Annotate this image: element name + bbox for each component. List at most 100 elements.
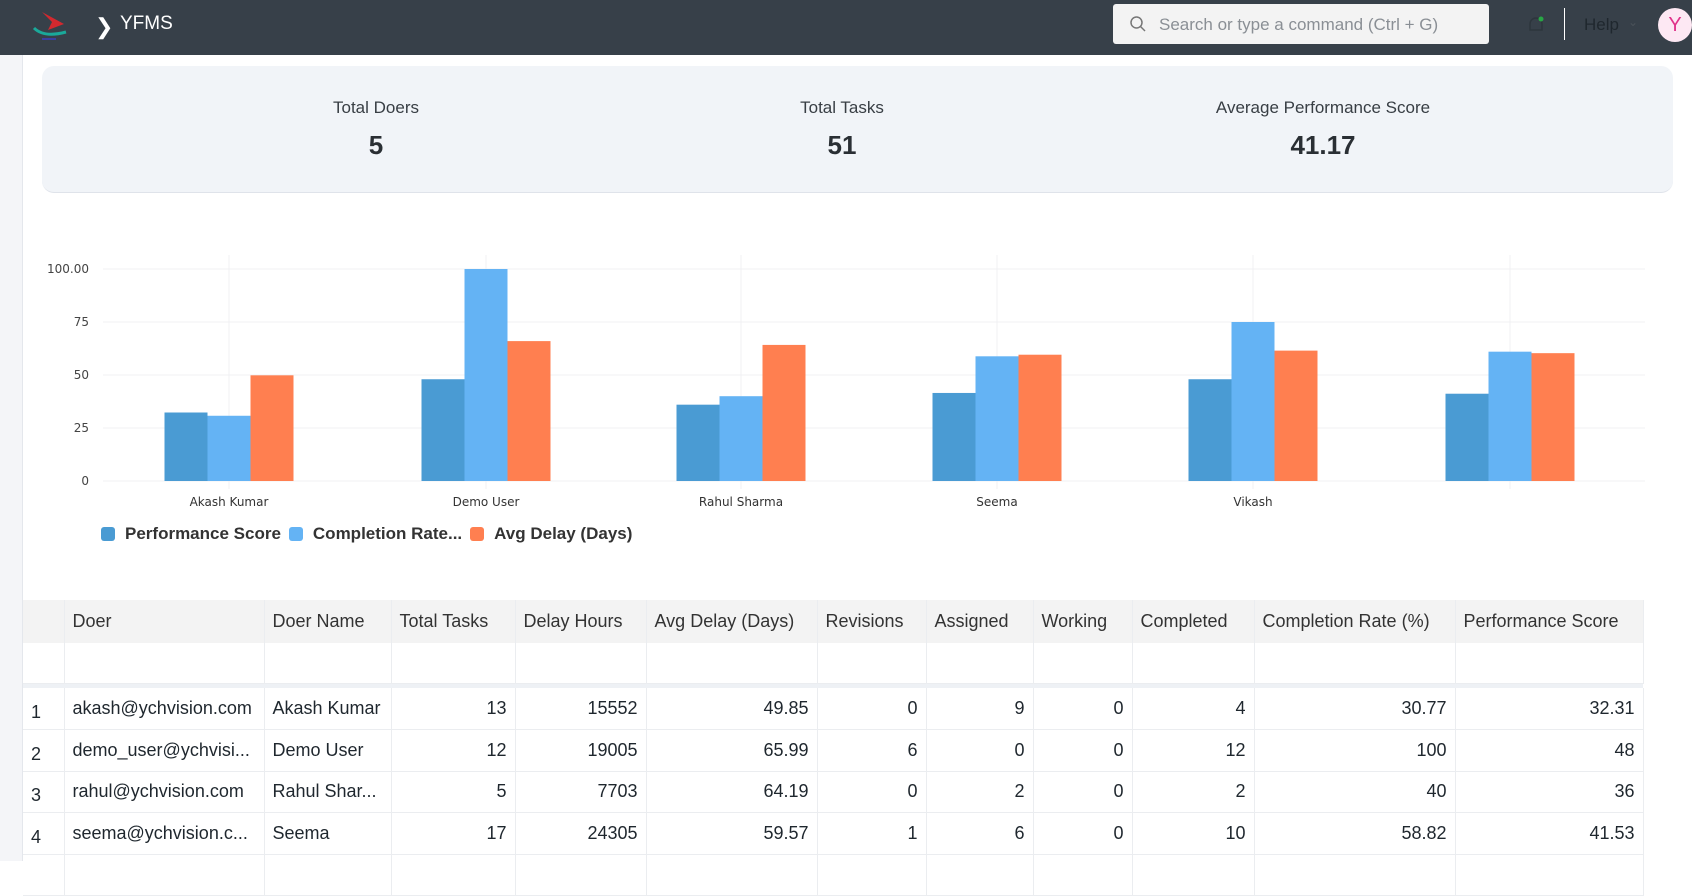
table-cell[interactable]: demo_user@ychvisi... xyxy=(64,729,265,772)
app-logo[interactable] xyxy=(30,8,70,44)
table-cell[interactable]: 36 xyxy=(1455,771,1644,813)
table-cell[interactable]: 4 xyxy=(23,812,65,855)
notification-bell-icon[interactable] xyxy=(1525,14,1547,36)
bar-completion-rate--3[interactable] xyxy=(975,356,1019,481)
table-cell[interactable]: 59.57 xyxy=(646,812,818,855)
table-cell[interactable]: 32.31 xyxy=(1455,688,1644,730)
table-cell[interactable]: rahul@ychvision.com xyxy=(64,771,265,813)
table-cell[interactable]: Demo User xyxy=(264,729,392,772)
table-cell[interactable]: 1 xyxy=(817,812,927,855)
bar-performance-score-5[interactable] xyxy=(1445,393,1489,481)
filter-input[interactable] xyxy=(1254,643,1456,684)
table-cell[interactable]: 6 xyxy=(926,812,1034,855)
column-header[interactable]: Completed xyxy=(1132,600,1255,643)
table-cell[interactable] xyxy=(264,854,392,896)
table-cell[interactable]: 5 xyxy=(391,771,516,813)
table-cell[interactable]: 15552 xyxy=(515,688,647,730)
bar-completion-rate--5[interactable] xyxy=(1488,351,1532,481)
table-cell[interactable]: 24305 xyxy=(515,812,647,855)
table-cell[interactable]: 7703 xyxy=(515,771,647,813)
table-cell[interactable] xyxy=(64,854,265,896)
bar-avg-delay-days--5[interactable] xyxy=(1531,353,1575,481)
table-cell[interactable]: 10 xyxy=(1132,812,1255,855)
bar-avg-delay-days--3[interactable] xyxy=(1018,354,1062,481)
table-cell[interactable]: 9 xyxy=(926,688,1034,730)
filter-input[interactable] xyxy=(926,643,1034,684)
filter-input[interactable] xyxy=(264,643,392,684)
bar-avg-delay-days--1[interactable] xyxy=(507,341,551,481)
table-cell[interactable]: 13 xyxy=(391,688,516,730)
table-cell[interactable]: 0 xyxy=(1033,771,1133,813)
table-cell[interactable]: 64.19 xyxy=(646,771,818,813)
table-cell[interactable]: 2 xyxy=(23,729,65,772)
bar-completion-rate--1[interactable] xyxy=(464,269,508,481)
table-cell[interactable] xyxy=(515,854,647,896)
table-cell[interactable]: 65.99 xyxy=(646,729,818,772)
table-row[interactable]: 4 seema@ychvision.c... Seema 17 24305 59.57 1 6… xyxy=(23,812,1644,855)
bar-completion-rate--2[interactable] xyxy=(719,396,763,481)
table-cell[interactable]: 100 xyxy=(1254,729,1456,772)
table-cell[interactable]: 2 xyxy=(926,771,1034,813)
table-cell[interactable] xyxy=(926,854,1034,896)
help-dropdown[interactable]: Help xyxy=(1584,15,1619,35)
table-cell[interactable] xyxy=(1033,854,1133,896)
table-cell[interactable]: 48 xyxy=(1455,729,1644,772)
filter-input[interactable] xyxy=(646,643,818,684)
table-cell[interactable]: 3 xyxy=(23,771,65,813)
column-header[interactable]: Revisions xyxy=(817,600,927,643)
table-cell[interactable]: 2 xyxy=(1132,771,1255,813)
filter-input[interactable] xyxy=(1132,643,1255,684)
bar-performance-score-1[interactable] xyxy=(421,379,465,481)
filter-input[interactable] xyxy=(1033,643,1133,684)
table-cell[interactable]: seema@ychvision.c... xyxy=(64,812,265,855)
legend-item[interactable]: Avg Delay (Days) xyxy=(470,524,632,544)
column-header[interactable]: Working xyxy=(1033,600,1133,643)
bar-avg-delay-days--0[interactable] xyxy=(250,375,294,481)
bar-performance-score-4[interactable] xyxy=(1188,379,1232,481)
table-row[interactable]: 2 demo_user@ychvisi... Demo User 12 19005 65.… xyxy=(23,729,1644,772)
table-cell[interactable] xyxy=(817,854,927,896)
table-cell[interactable]: 41.53 xyxy=(1455,812,1644,855)
column-header[interactable]: Completion Rate (%) xyxy=(1254,600,1456,643)
filter-input[interactable] xyxy=(64,643,265,684)
filter-input[interactable] xyxy=(515,643,647,684)
bar-avg-delay-days--4[interactable] xyxy=(1274,350,1318,481)
breadcrumb-yfms[interactable]: YFMS xyxy=(120,13,173,35)
table-cell[interactable]: 0 xyxy=(1033,688,1133,730)
avatar[interactable]: Y xyxy=(1658,8,1692,42)
bar-completion-rate--4[interactable] xyxy=(1231,322,1275,481)
table-cell[interactable]: 30.77 xyxy=(1254,688,1456,730)
table-row[interactable]: 3 rahul@ychvision.com Rahul Shar... 5 7703 64… xyxy=(23,771,1644,813)
table-cell[interactable]: Akash Kumar xyxy=(264,688,392,730)
table-cell[interactable]: Rahul Shar... xyxy=(264,771,392,813)
legend-item[interactable]: Completion Rate... xyxy=(288,524,462,544)
column-header[interactable]: Performance Score xyxy=(1455,600,1644,643)
column-header[interactable]: Doer xyxy=(64,600,265,643)
table-cell[interactable]: 0 xyxy=(817,771,927,813)
bar-completion-rate--0[interactable] xyxy=(207,415,251,481)
table-cell[interactable]: 12 xyxy=(1132,729,1255,772)
column-header[interactable]: Total Tasks xyxy=(391,600,516,643)
column-header[interactable]: Delay Hours xyxy=(515,600,647,643)
table-cell[interactable]: 1 xyxy=(23,688,65,730)
table-cell[interactable] xyxy=(1254,854,1456,896)
search-input[interactable]: Search or type a command (Ctrl + G) xyxy=(1113,4,1489,44)
bar-performance-score-3[interactable] xyxy=(932,392,976,481)
filter-input[interactable] xyxy=(1455,643,1644,684)
column-header[interactable]: Doer Name xyxy=(264,600,392,643)
table-cell[interactable] xyxy=(1455,854,1644,896)
table-cell[interactable]: 40 xyxy=(1254,771,1456,813)
column-header[interactable] xyxy=(23,600,65,643)
table-cell[interactable] xyxy=(23,854,65,896)
table-cell[interactable]: 0 xyxy=(926,729,1034,772)
table-cell[interactable]: akash@ychvision.com xyxy=(64,688,265,730)
table-cell[interactable]: 6 xyxy=(817,729,927,772)
table-cell[interactable]: 0 xyxy=(1033,729,1133,772)
table-row[interactable]: 1 akash@ychvision.com Akash Kumar 13 15552 49… xyxy=(23,688,1644,730)
bar-performance-score-0[interactable] xyxy=(164,412,208,481)
table-cell[interactable]: 12 xyxy=(391,729,516,772)
table-cell[interactable]: Seema xyxy=(264,812,392,855)
table-cell[interactable]: 49.85 xyxy=(646,688,818,730)
table-cell[interactable]: 0 xyxy=(1033,812,1133,855)
table-cell[interactable] xyxy=(1132,854,1255,896)
